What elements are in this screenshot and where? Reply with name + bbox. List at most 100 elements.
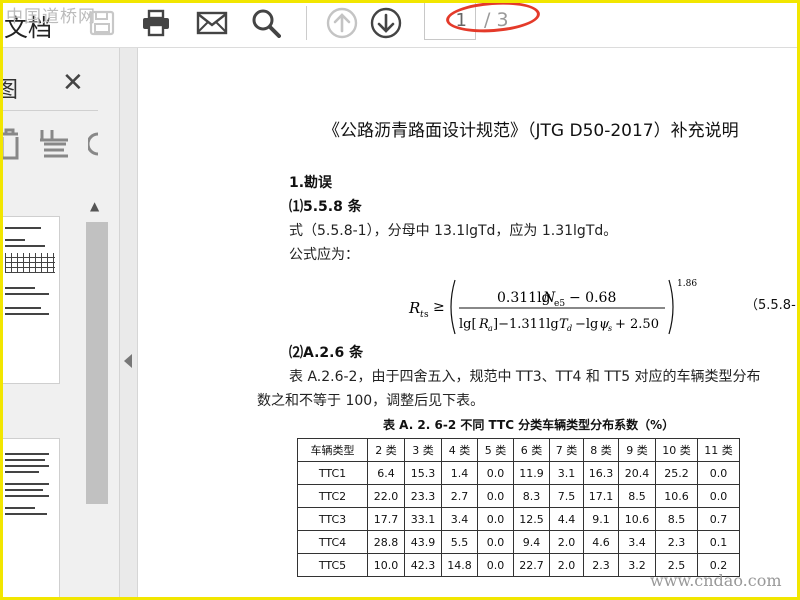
delete-page-icon[interactable] bbox=[0, 128, 22, 166]
table-cell: 5.5 bbox=[441, 530, 478, 554]
table-cell: 10.0 bbox=[367, 553, 405, 577]
page-thumbnail-1[interactable] bbox=[0, 216, 60, 384]
collapse-arrow-icon[interactable] bbox=[124, 354, 132, 368]
table-cell: 3.1 bbox=[549, 461, 584, 485]
header-cell: 8 类 bbox=[583, 438, 619, 462]
table-cell: TTC2 bbox=[297, 484, 368, 508]
table-cell: 8.5 bbox=[618, 484, 656, 508]
section-heading: 1.勘误 bbox=[289, 175, 333, 191]
table-cell: 33.1 bbox=[404, 507, 442, 531]
table-cell: 16.3 bbox=[583, 461, 619, 485]
document-page: 《公路沥青路面设计规范》（JTG D50-2017）补充说明 1.勘误 ⑴5.5… bbox=[139, 48, 800, 600]
search-icon[interactable] bbox=[250, 8, 282, 38]
table-cell: 0.0 bbox=[477, 507, 514, 531]
table-cell: 2.3 bbox=[583, 553, 619, 577]
rotate-page-icon[interactable] bbox=[86, 128, 100, 166]
save-icon[interactable] bbox=[86, 8, 118, 38]
previous-page-icon[interactable] bbox=[326, 7, 358, 39]
table-cell: 8.3 bbox=[513, 484, 550, 508]
header-cell: 9 类 bbox=[618, 438, 656, 462]
table-header-row: 车辆类型 2 类 3 类 4 类 5 类 6 类 7 类 8 类 9 类 10 … bbox=[297, 438, 740, 462]
svg-text:−lg: −lg bbox=[575, 317, 598, 332]
table-row: TTC3 17.7 33.1 3.4 0.0 12.5 4.4 9.1 10.6… bbox=[297, 507, 740, 531]
header-cell: 10 类 bbox=[655, 438, 698, 462]
table-cell: 23.3 bbox=[404, 484, 442, 508]
distribution-table: 车辆类型 2 类 3 类 4 类 5 类 6 类 7 类 8 类 9 类 10 … bbox=[297, 438, 740, 577]
item2-heading: ⑵A.2.6 条 bbox=[289, 345, 364, 361]
table-cell: 28.8 bbox=[367, 530, 405, 554]
toolbar-divider bbox=[306, 6, 307, 40]
table-cell: 0.0 bbox=[477, 461, 514, 485]
header-cell: 4 类 bbox=[441, 438, 478, 462]
table-cell: 0.0 bbox=[697, 484, 740, 508]
table-cell: 0.0 bbox=[477, 484, 514, 508]
email-icon[interactable] bbox=[196, 8, 228, 38]
table-cell: TTC1 bbox=[297, 461, 368, 485]
next-page-icon[interactable] bbox=[370, 7, 402, 39]
item1-heading: ⑴5.5.8 条 bbox=[289, 199, 362, 215]
table-cell: 0.0 bbox=[477, 553, 514, 577]
sidebar-title: 图 bbox=[0, 78, 19, 103]
table-cell: TTC3 bbox=[297, 507, 368, 531]
table-cell: 2.7 bbox=[441, 484, 478, 508]
table-cell: 3.4 bbox=[618, 530, 656, 554]
thumbnail-sidebar: 图 ✕ ▲ bbox=[0, 48, 120, 600]
svg-text:1.86: 1.86 bbox=[677, 279, 697, 289]
page-thumbnail-2[interactable] bbox=[0, 438, 60, 600]
svg-text:+ 2.50: + 2.50 bbox=[615, 317, 659, 332]
table-cell: TTC5 bbox=[297, 553, 368, 577]
header-cell: 3 类 bbox=[404, 438, 442, 462]
table-cell: 22.0 bbox=[367, 484, 405, 508]
formula-5-5-8-1: R t s ≥ 0.311lg N e5 − 0.68 lg[ R a ]−1.… bbox=[408, 279, 697, 335]
doc-title: 《公路沥青路面设计规范》（JTG D50-2017）补充说明 bbox=[323, 121, 739, 141]
site-watermark: www.cndao.com bbox=[650, 571, 782, 590]
item1-formula-intro: 公式应为： bbox=[289, 247, 359, 263]
svg-text:≥: ≥ bbox=[433, 299, 445, 315]
svg-text:R: R bbox=[408, 299, 420, 317]
header-cell: 11 类 bbox=[697, 438, 740, 462]
table-cell: 4.4 bbox=[549, 507, 584, 531]
table-cell: 8.5 bbox=[655, 507, 698, 531]
table-cell: 42.3 bbox=[404, 553, 442, 577]
table-cell: 2.0 bbox=[549, 530, 584, 554]
table-cell: 3.4 bbox=[441, 507, 478, 531]
table-cell: 20.4 bbox=[618, 461, 656, 485]
table-cell: 17.1 bbox=[583, 484, 619, 508]
sidebar-scrollbar-thumb[interactable] bbox=[86, 222, 108, 504]
table-cell: 15.3 bbox=[404, 461, 442, 485]
svg-text:− 0.68: − 0.68 bbox=[569, 290, 616, 306]
header-cell: 5 类 bbox=[477, 438, 514, 462]
table-cell: 0.1 bbox=[697, 530, 740, 554]
extract-page-icon[interactable] bbox=[38, 128, 70, 166]
svg-text:s: s bbox=[608, 324, 612, 333]
svg-text:lg[: lg[ bbox=[459, 317, 477, 332]
table-caption: 表 A. 2. 6-2 不同 TTC 分类车辆类型分布系数（%） bbox=[383, 418, 675, 432]
sidebar-collapse-bar[interactable] bbox=[120, 48, 138, 600]
item2-text-line1: 表 A.2.6-2，由于四舍五入，规范中 TT3、TT4 和 TT5 对应的车辆… bbox=[289, 369, 761, 385]
table-cell: 0.0 bbox=[477, 530, 514, 554]
table-cell: 9.4 bbox=[513, 530, 550, 554]
table-row: TTC1 6.4 15.3 1.4 0.0 11.9 3.1 16.3 20.4… bbox=[297, 461, 740, 485]
table-cell: 9.1 bbox=[583, 507, 619, 531]
table-cell: 11.9 bbox=[513, 461, 550, 485]
table-cell: 2.0 bbox=[549, 553, 584, 577]
header-cell: 6 类 bbox=[513, 438, 550, 462]
header-cell: 7 类 bbox=[549, 438, 584, 462]
scroll-up-icon[interactable]: ▲ bbox=[90, 199, 99, 213]
watermark-text: 中国道桥网 bbox=[6, 7, 96, 27]
equation-number: （5.5.8-1 bbox=[745, 298, 800, 313]
table-cell: 25.2 bbox=[655, 461, 698, 485]
table-cell: 14.8 bbox=[441, 553, 478, 577]
print-icon[interactable] bbox=[140, 8, 172, 38]
table-cell: 0.7 bbox=[697, 507, 740, 531]
table-cell: 17.7 bbox=[367, 507, 405, 531]
table-cell: TTC4 bbox=[297, 530, 368, 554]
table-cell: 4.6 bbox=[583, 530, 619, 554]
table-cell: 2.3 bbox=[655, 530, 698, 554]
close-icon[interactable]: ✕ bbox=[62, 70, 84, 96]
svg-text:s: s bbox=[424, 310, 429, 320]
svg-text:]−1.311lg: ]−1.311lg bbox=[493, 317, 559, 332]
table-cell: 43.9 bbox=[404, 530, 442, 554]
table-row: TTC4 28.8 43.9 5.5 0.0 9.4 2.0 4.6 3.4 2… bbox=[297, 530, 740, 554]
item2-text-line2: 数之和不等于 100，调整后见下表。 bbox=[257, 393, 485, 409]
